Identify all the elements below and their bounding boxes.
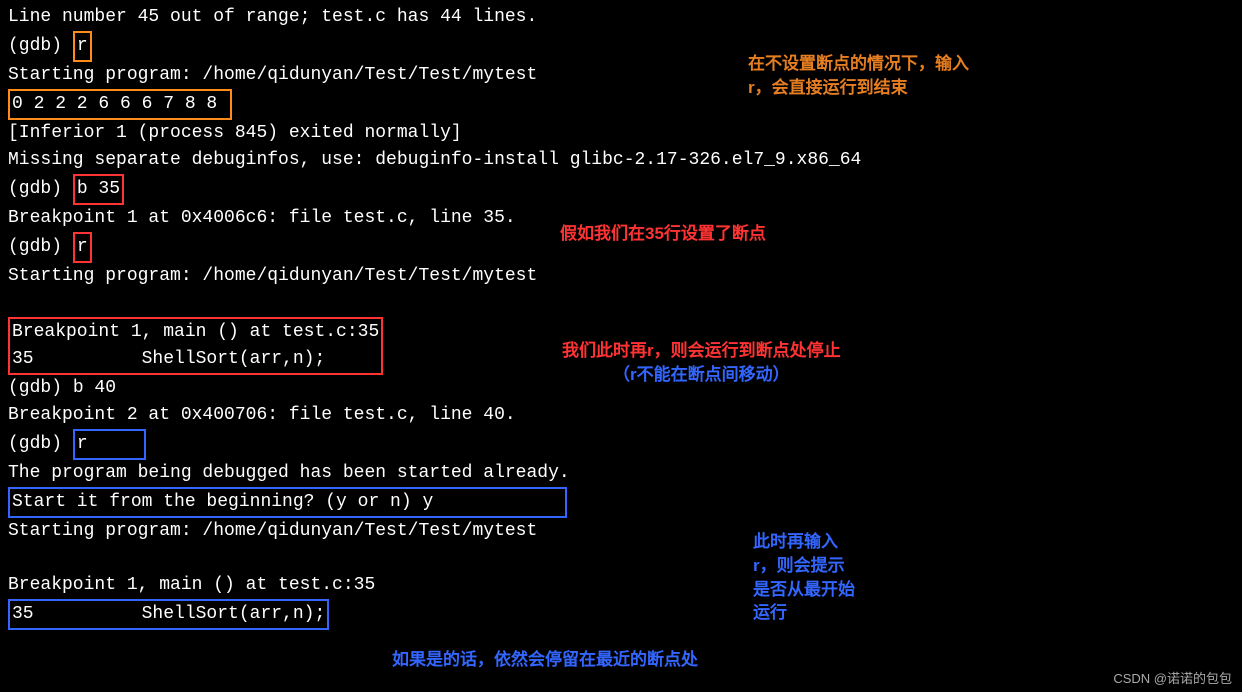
annotation-set-bp35: 假如我们在35行设置了断点 bbox=[560, 222, 766, 246]
command-r-box: r bbox=[73, 232, 92, 263]
terminal-line: 0 2 2 2 6 6 6 7 8 8 bbox=[8, 89, 1234, 120]
terminal-line bbox=[8, 290, 1234, 317]
annotation-text: r，则会提示 bbox=[753, 554, 855, 578]
command-b40: b 40 bbox=[73, 378, 116, 398]
annotation-text: 在不设置断点的情况下，输入 bbox=[748, 52, 969, 76]
restart-prompt-box: Start it from the beginning? (y or n) y bbox=[8, 487, 567, 518]
terminal-line: (gdb) r bbox=[8, 429, 1234, 460]
terminal-line: [Inferior 1 (process 845) exited normall… bbox=[8, 120, 1234, 147]
annotation-text: （r不能在断点间移动） bbox=[562, 363, 841, 387]
annotation-text: 此时再输入 bbox=[753, 530, 855, 554]
terminal-line: Start it from the beginning? (y or n) y bbox=[8, 487, 1234, 518]
annotation-text: 是否从最开始 bbox=[753, 578, 855, 602]
gdb-prompt: (gdb) bbox=[8, 378, 73, 398]
breakpoint-hit-box: Breakpoint 1, main () at test.c:35 35 Sh… bbox=[8, 317, 383, 375]
annotation-text: r，会直接运行到结束 bbox=[748, 76, 969, 100]
command-r-box: r bbox=[73, 31, 92, 62]
gdb-prompt: (gdb) bbox=[8, 434, 73, 454]
terminal-line: Breakpoint 1, main () at test.c:35 bbox=[12, 319, 379, 346]
terminal-line: 35 ShellSort(arr,n); bbox=[8, 599, 1234, 630]
sorted-output-box: 0 2 2 2 6 6 6 7 8 8 bbox=[8, 89, 232, 120]
terminal-line: Missing separate debuginfos, use: debugi… bbox=[8, 147, 1234, 174]
terminal-line: Breakpoint 1, main () at test.c:35 bbox=[8, 572, 1234, 599]
terminal-line: Starting program: /home/qidunyan/Test/Te… bbox=[8, 62, 1234, 89]
terminal-line: The program being debugged has been star… bbox=[8, 460, 1234, 487]
annotation-stay-at-bp: 如果是的话，依然会停留在最近的断点处 bbox=[392, 648, 698, 672]
annotation-no-breakpoint: 在不设置断点的情况下，输入 r，会直接运行到结束 bbox=[748, 52, 969, 100]
terminal-line: Breakpoint 2 at 0x400706: file test.c, l… bbox=[8, 402, 1234, 429]
terminal-line: 35 ShellSort(arr,n); bbox=[12, 346, 379, 373]
terminal-line: Line number 45 out of range; test.c has … bbox=[8, 4, 1234, 31]
terminal-line: Starting program: /home/qidunyan/Test/Te… bbox=[8, 263, 1234, 290]
breakpoint-hit-box: 35 ShellSort(arr,n); bbox=[8, 599, 329, 630]
annotation-text: 我们此时再r，则会运行到断点处停止 bbox=[562, 339, 841, 363]
terminal-line: (gdb) b 35 bbox=[8, 174, 1234, 205]
command-r-box: r bbox=[73, 429, 146, 460]
annotation-run-to-bp: 我们此时再r，则会运行到断点处停止 （r不能在断点间移动） bbox=[562, 339, 841, 387]
watermark: CSDN @诺诺的包包 bbox=[1113, 669, 1232, 689]
gdb-prompt: (gdb) bbox=[8, 36, 73, 56]
terminal-line: (gdb) r bbox=[8, 31, 1234, 62]
gdb-prompt: (gdb) bbox=[8, 179, 73, 199]
terminal-line bbox=[8, 545, 1234, 572]
annotation-restart-prompt: 此时再输入 r，则会提示 是否从最开始 运行 bbox=[753, 530, 855, 625]
terminal-line: Starting program: /home/qidunyan/Test/Te… bbox=[8, 518, 1234, 545]
gdb-prompt: (gdb) bbox=[8, 237, 73, 257]
command-b35-box: b 35 bbox=[73, 174, 124, 205]
annotation-text: 运行 bbox=[753, 601, 855, 625]
